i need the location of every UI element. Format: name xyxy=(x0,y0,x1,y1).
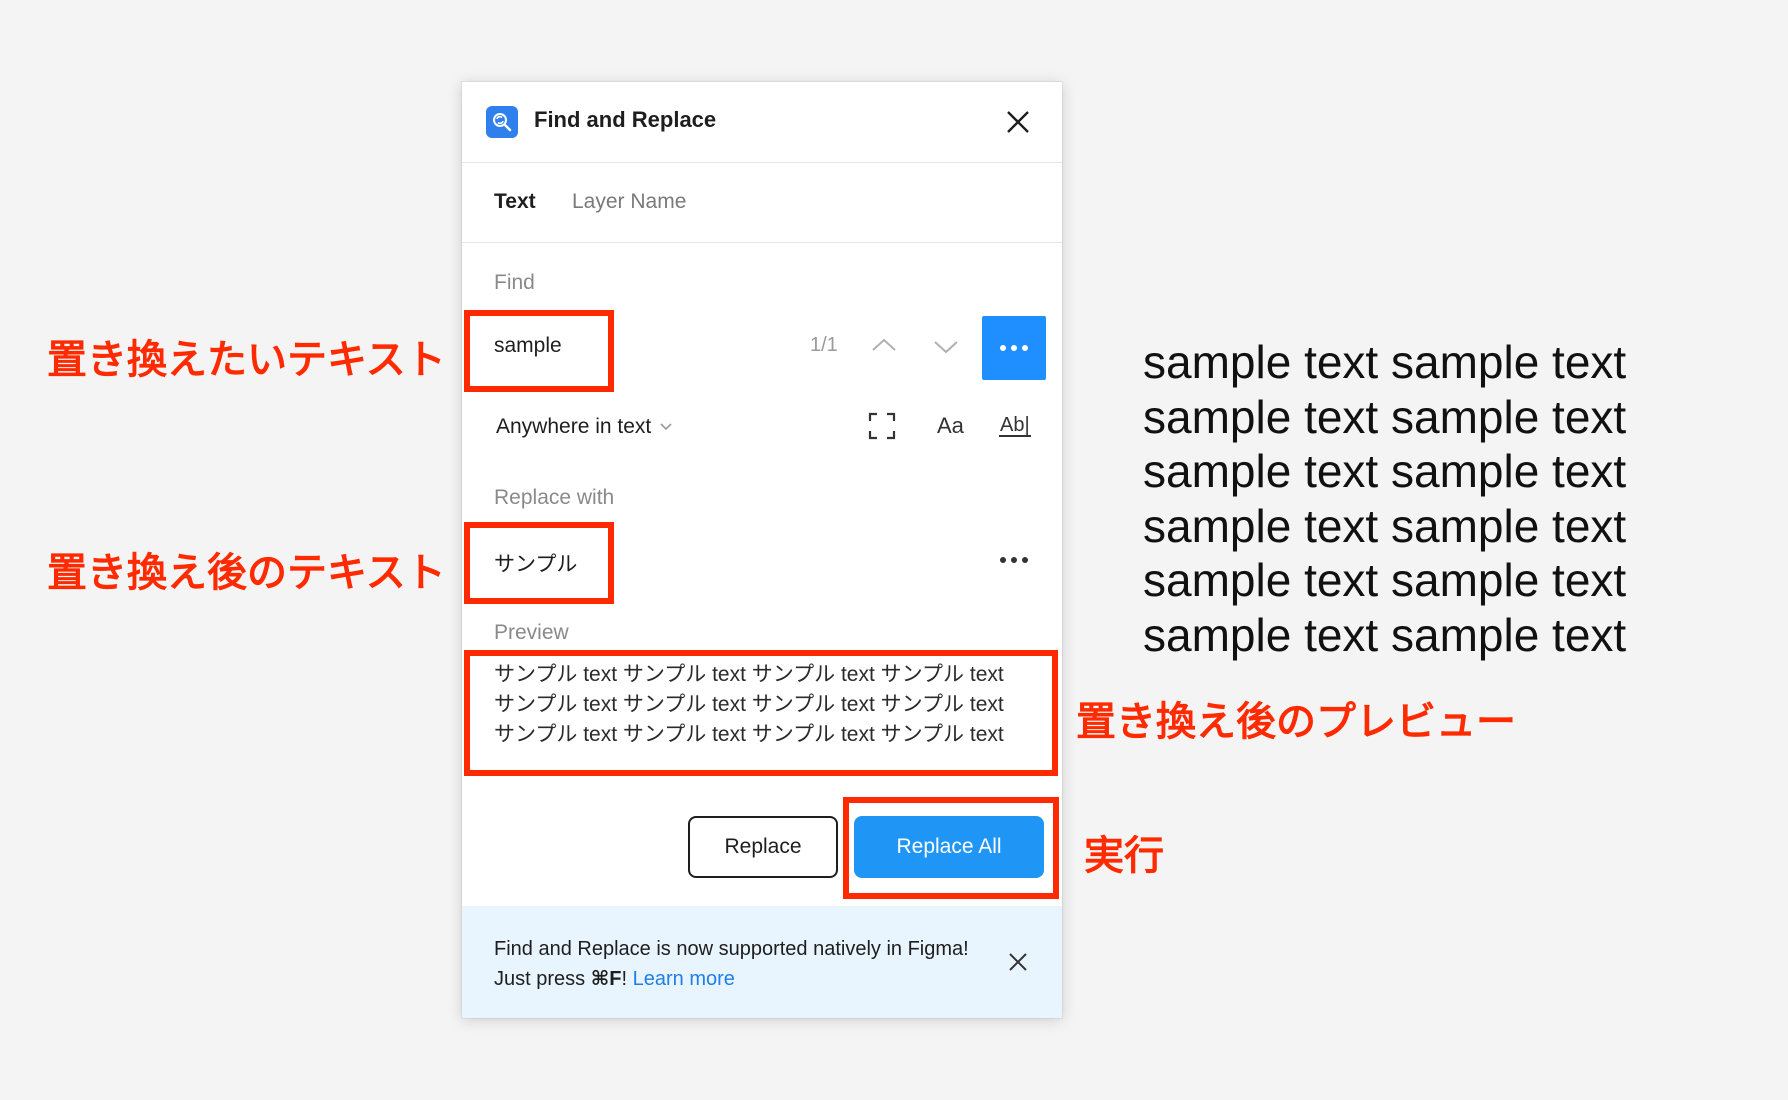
more-icon xyxy=(1000,345,1028,351)
sample-line: sample text sample text xyxy=(1143,336,1627,388)
sample-line: sample text sample text xyxy=(1143,554,1627,606)
sample-line: sample text sample text xyxy=(1143,445,1627,497)
preview-line: サンプル text サンプル text サンプル text サンプル text xyxy=(494,723,1004,746)
find-input[interactable]: sample xyxy=(494,334,562,358)
tab-layer-name[interactable]: Layer Name xyxy=(572,190,686,214)
banner-exclaim: ! xyxy=(621,968,633,990)
fullscreen-icon[interactable] xyxy=(868,412,896,440)
preview-label: Preview xyxy=(494,621,569,644)
annotation-preview: 置き換え後のプレビュー xyxy=(1076,700,1516,744)
annotation-find: 置き換えたいテキスト xyxy=(47,338,446,382)
preview-line: サンプル text サンプル text サンプル text サンプル text xyxy=(494,693,1004,716)
scope-dropdown[interactable]: Anywhere in text xyxy=(496,415,673,439)
tab-text[interactable]: Text xyxy=(494,190,536,214)
replace-input[interactable]: サンプル xyxy=(494,548,577,578)
banner-shortcut: ⌘F xyxy=(590,968,622,990)
close-icon[interactable] xyxy=(1002,946,1034,978)
chevron-down-icon xyxy=(659,415,673,439)
find-options-button[interactable] xyxy=(982,316,1046,380)
dialog-header: Find and Replace xyxy=(462,82,1062,163)
replace-label: Replace with xyxy=(494,486,615,509)
preview-text: サンプル text サンプル text サンプル text サンプル text … xyxy=(494,660,1034,750)
scope-selected: Anywhere in text xyxy=(496,415,652,438)
chevron-down-icon[interactable] xyxy=(932,332,960,360)
learn-more-link[interactable]: Learn more xyxy=(633,968,735,990)
sample-line: sample text sample text xyxy=(1143,608,1627,661)
more-icon[interactable] xyxy=(994,548,1034,572)
sample-line: sample text sample text xyxy=(1143,499,1627,552)
banner-text: Find and Replace is now supported native… xyxy=(494,934,974,994)
annotation-execute: 実行 xyxy=(1084,834,1164,878)
find-replace-logo-icon xyxy=(486,106,518,138)
annotation-replace: 置き換え後のテキスト xyxy=(47,551,446,595)
whole-word-icon[interactable]: Ab| xyxy=(999,415,1031,437)
find-label: Find xyxy=(494,271,535,294)
close-icon[interactable] xyxy=(1002,106,1034,138)
replace-button[interactable]: Replace xyxy=(688,816,838,878)
match-counter: 1/1 xyxy=(810,334,838,356)
chevron-up-icon[interactable] xyxy=(870,332,898,360)
find-replace-dialog: Find and Replace Text Layer Name Find sa… xyxy=(462,82,1062,1018)
native-support-banner: Find and Replace is now supported native… xyxy=(462,906,1062,1018)
replace-all-button[interactable]: Replace All xyxy=(854,816,1044,878)
canvas-sample-text: sample text sample text sample text samp… xyxy=(1143,335,1626,662)
sample-line: sample text sample text xyxy=(1143,390,1627,443)
match-case-icon[interactable]: Aa xyxy=(937,413,964,439)
dialog-title: Find and Replace xyxy=(534,107,717,132)
preview-line: サンプル text サンプル text サンプル text サンプル text xyxy=(494,663,1004,686)
tab-bar: Text Layer Name xyxy=(462,162,1062,243)
